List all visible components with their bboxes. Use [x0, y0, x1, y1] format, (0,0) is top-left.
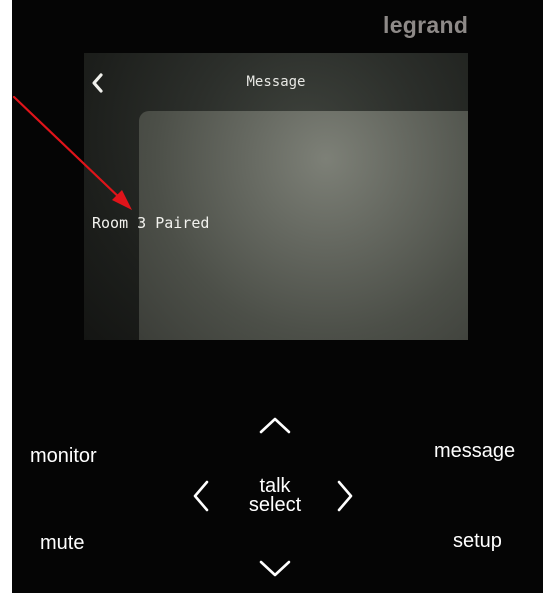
monitor-button[interactable]: monitor — [30, 445, 97, 468]
screen-title: Message — [246, 74, 306, 90]
lcd-screen: Message Room 3 Paired — [84, 53, 468, 340]
chevron-left-icon[interactable] — [190, 478, 212, 514]
message-text: Room 3 Paired — [92, 214, 210, 232]
screen-header: Message — [84, 53, 468, 111]
setup-button[interactable]: setup — [453, 530, 502, 553]
mute-button[interactable]: mute — [40, 532, 84, 555]
talk-select-button[interactable]: talk select — [235, 476, 315, 516]
intercom-device: legrand Message Room 3 Paired talk selec… — [0, 0, 543, 593]
chevron-right-icon[interactable] — [334, 478, 356, 514]
select-label: select — [248, 494, 302, 516]
message-button[interactable]: message — [434, 440, 515, 463]
chevron-down-icon[interactable] — [257, 558, 293, 580]
chevron-up-icon[interactable] — [257, 414, 293, 436]
brand-logo: legrand — [383, 12, 469, 38]
